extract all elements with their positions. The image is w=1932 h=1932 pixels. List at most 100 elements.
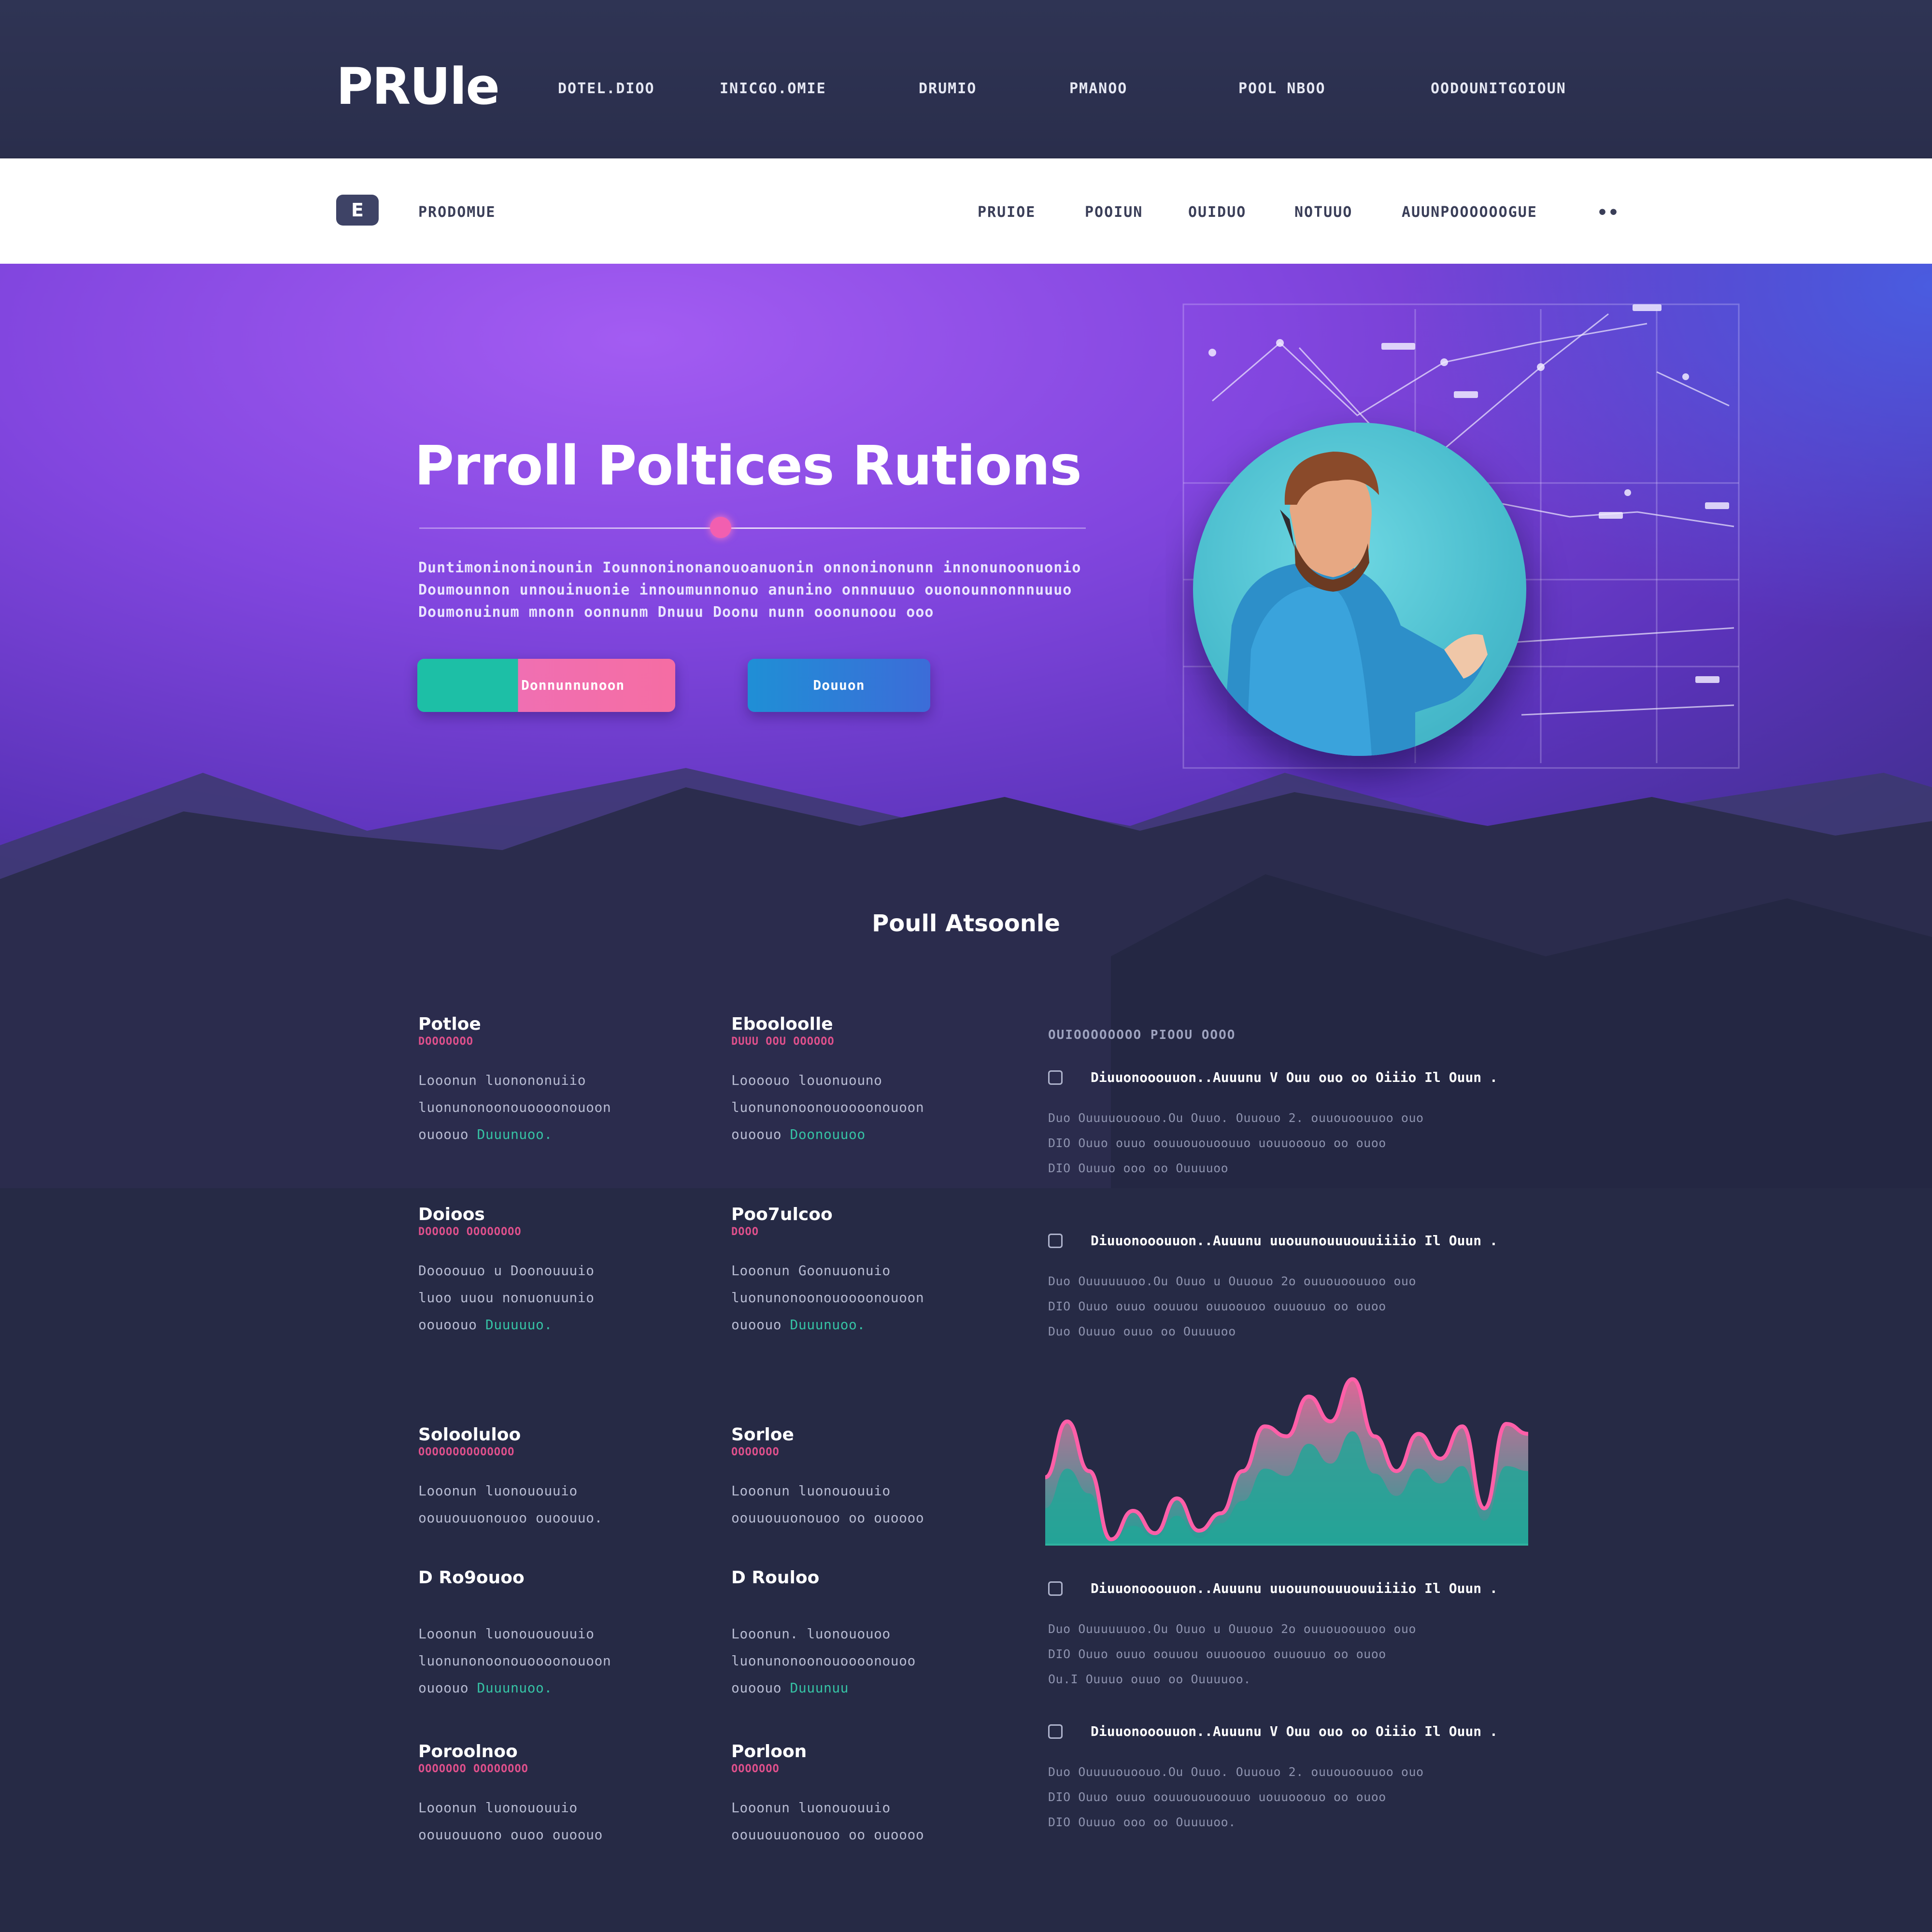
sub-nav-item-3[interactable]: OUIDUO (1188, 204, 1246, 221)
list-item-text-line: DIO Ouuo ouuo oouuou ouuoouoo ouuouuo oo… (1048, 1647, 1386, 1661)
feature-text-line: Looonun Goonuuonuio (731, 1263, 891, 1279)
feature-accent-link[interactable]: Duuunuoo. (790, 1317, 866, 1333)
top-nav-item-4[interactable]: PMANOO (1069, 80, 1127, 97)
sub-nav-item-5[interactable]: AUUNPOOOOOOGUE (1402, 204, 1537, 221)
feature-accent-link[interactable]: Duuuuuo. (485, 1317, 553, 1333)
feature-text-line: Doooouuo u Doonouuuio (418, 1263, 595, 1279)
area-chart (1045, 1377, 1528, 1546)
hero-lead-line-3: Doumonuinum mnonn oonnunm Dnuuu Doonu nu… (418, 604, 934, 621)
feature-text-line: luonunonoonouoooonouoon (731, 1099, 924, 1115)
feature-text-line: oouuouuonouoo ouoouuo. (418, 1510, 603, 1526)
feature-title[interactable]: Sorloe (731, 1425, 794, 1445)
primary-cta-label: Donnunnunoon (521, 677, 625, 693)
feature-text-accent-line: ouoouo Duuunuoo. (418, 1680, 553, 1696)
feature-accent-link[interactable]: Duuunuoo. (477, 1680, 553, 1696)
feature-text-accent-line: ouoouo Duuunuu (731, 1680, 849, 1696)
feature-text-line: oouuouuonouoo oo ouoooo (731, 1827, 924, 1843)
feature-text-prefix: ouoouo (731, 1680, 790, 1696)
feature-text-line: luoo uuou nonuonuunio (418, 1290, 595, 1306)
feature-text-prefix: ouoouo (418, 1126, 477, 1142)
hero-lead-line-1: Duntimoninoninounin Iounnoninonanouoanuo… (418, 559, 1081, 576)
secondary-cta-label: Douuon (813, 677, 865, 693)
list-item-title[interactable]: Diuuonooouuon..Auuunu uuouunouuuouuiiiio… (1091, 1580, 1498, 1596)
feature-accent-link[interactable]: Duuunuoo. (477, 1126, 553, 1142)
feature-subtitle: DOOO (731, 1226, 759, 1238)
hero-avatar (1193, 423, 1526, 756)
feature-subtitle: DUUU OOU OOOOOO (731, 1036, 835, 1048)
top-nav-item-1[interactable]: DOTEL.DIOO (558, 80, 655, 97)
feature-title[interactable]: Potloe (418, 1014, 481, 1034)
feature-accent-link[interactable]: Doonouuoo (790, 1126, 866, 1142)
list-item-doc-icon (1048, 1724, 1063, 1739)
feature-subtitle: OOOOOOOOOOOOOO (418, 1446, 515, 1458)
sub-nav-item-2[interactable]: POOIUN (1085, 204, 1143, 221)
list-item-text-line: Duo Ouuuuuuoo.Ou Ouuo u Ouuouo 2o ouuouo… (1048, 1622, 1417, 1636)
feature-text-accent-line: ouoouo Doonouuoo (731, 1126, 866, 1142)
feature-subtitle: DOOOOOOO (418, 1036, 473, 1048)
list-item-text-line: Duo Ouuuuuuoo.Ou Ouuo u Ouuouo 2o ouuouo… (1048, 1274, 1417, 1288)
feature-text-accent-line: ouoouo Duuunuoo. (731, 1317, 866, 1333)
mountain-silhouette (0, 768, 1932, 1188)
list-item-text-line: DIO Ouuuo ooo oo Ouuuuoo (1048, 1161, 1229, 1175)
top-navbar (0, 0, 1932, 157)
feature-text-line: oouuouuono ouoo ouoouo (418, 1827, 603, 1843)
feature-title[interactable]: Poroolnoo (418, 1742, 518, 1762)
divider-dot-icon (710, 517, 731, 538)
feature-text-prefix: oouoouo (418, 1317, 485, 1333)
feature-title[interactable]: Porloon (731, 1742, 807, 1762)
feature-text-line: Looonun luonououuio (418, 1800, 578, 1816)
feature-title[interactable]: Ebooloolle (731, 1014, 833, 1034)
feature-text-accent-line: ouoouo Duuunuoo. (418, 1126, 553, 1142)
brand-logo[interactable]: PRUle (336, 57, 500, 116)
feature-subtitle: OOOOOOO (731, 1446, 780, 1458)
feature-text-line: luonunonoonouoooonouoon (731, 1290, 924, 1306)
list-item-doc-icon (1048, 1581, 1063, 1596)
section-title: Poull Atsoonle (872, 910, 1060, 937)
hero-title: Prroll Poltices Rutions (414, 435, 1082, 497)
list-item-text-line: Ou.I Ouuuo ouuo oo Ouuuuoo. (1048, 1672, 1251, 1686)
brand-badge-icon[interactable]: E (336, 195, 379, 226)
feature-title[interactable]: Solooluloo (418, 1425, 521, 1445)
sub-nav-item-1[interactable]: PRUIOE (978, 204, 1036, 221)
list-item-title[interactable]: Diuuonooouuon..Auuunu V Ouu ouo oo Oiiio… (1091, 1723, 1498, 1739)
list-item-title[interactable]: Diuuonooouuon..Auuunu V Ouu ouo oo Oiiio… (1091, 1069, 1498, 1085)
feature-text-line: Looonun luonououuio (731, 1483, 891, 1499)
feature-text-prefix: ouoouo (418, 1680, 477, 1696)
feature-title[interactable]: Doioos (418, 1205, 485, 1224)
top-nav-item-3[interactable]: DRUMIO (919, 80, 977, 97)
list-item-title[interactable]: Diuuonooouuon..Auuunu uuouunouuuouuiiiio… (1091, 1233, 1498, 1249)
feature-text-prefix: ouoouo (731, 1126, 790, 1142)
feature-subtitle: OOOOOOO (731, 1763, 780, 1775)
feature-text-accent-line: oouoouo Duuuuuo. (418, 1317, 553, 1333)
secondary-cta-button[interactable]: Douuon (748, 659, 930, 712)
feature-title[interactable]: D Ro9ouoo (418, 1568, 525, 1588)
feature-text-prefix: ouoouo (731, 1317, 790, 1333)
person-illustration-icon (1222, 452, 1488, 756)
feature-title[interactable]: Poo7ulcoo (731, 1205, 833, 1224)
secondary-navbar (0, 158, 1932, 264)
sub-brand-name[interactable]: PRODOMUE (418, 204, 496, 221)
list-item-text-line: DIO Ouuo ouuo oouuououoouuo uouuooouo oo… (1048, 1136, 1386, 1150)
feature-subtitle: OOOOOOO OOOOOOOO (418, 1763, 528, 1775)
primary-cta-button[interactable]: Donnunnunoon (417, 659, 675, 712)
list-item-text-line: Duo Ouuuuouoouo.Ou Ouuo. Ouuouo 2. ouuou… (1048, 1111, 1424, 1125)
more-dots-icon[interactable]: •• (1597, 203, 1619, 223)
feature-text-line: luonunonoonouoooonouoon (418, 1653, 611, 1669)
hero-divider (419, 527, 1086, 529)
list-item-text-line: Duo Ouuuo ouuo oo Ouuuuoo (1048, 1324, 1236, 1338)
feature-text-line: Looonun luonououuio (731, 1800, 891, 1816)
feature-text-line: luonunonoonouoooonouoon (418, 1099, 611, 1115)
feature-text-line: Loooouo louonuouno (731, 1072, 882, 1088)
list-item-doc-icon (1048, 1234, 1063, 1248)
right-column-header: OUIOOOOOOOO PIOOU OOOO (1048, 1028, 1236, 1042)
sub-nav-item-4[interactable]: NOTUUO (1294, 204, 1352, 221)
feature-text-line: luonunonoonouoooonouoo (731, 1653, 916, 1669)
top-nav-item-6[interactable]: OODOUNITGOIOUN (1431, 80, 1566, 97)
feature-accent-link[interactable]: Duuunuu (790, 1680, 849, 1696)
feature-text-line: oouuouuonouoo oo ouoooo (731, 1510, 924, 1526)
feature-title[interactable]: D Rouloo (731, 1568, 819, 1588)
list-item-doc-icon (1048, 1070, 1063, 1085)
top-nav-item-2[interactable]: INICGO.OMIE (720, 80, 826, 97)
top-nav-item-5[interactable]: POOL NBOO (1238, 80, 1326, 97)
list-item-text-line: DIO Ouuuo ooo oo Ouuuuoo. (1048, 1815, 1236, 1829)
